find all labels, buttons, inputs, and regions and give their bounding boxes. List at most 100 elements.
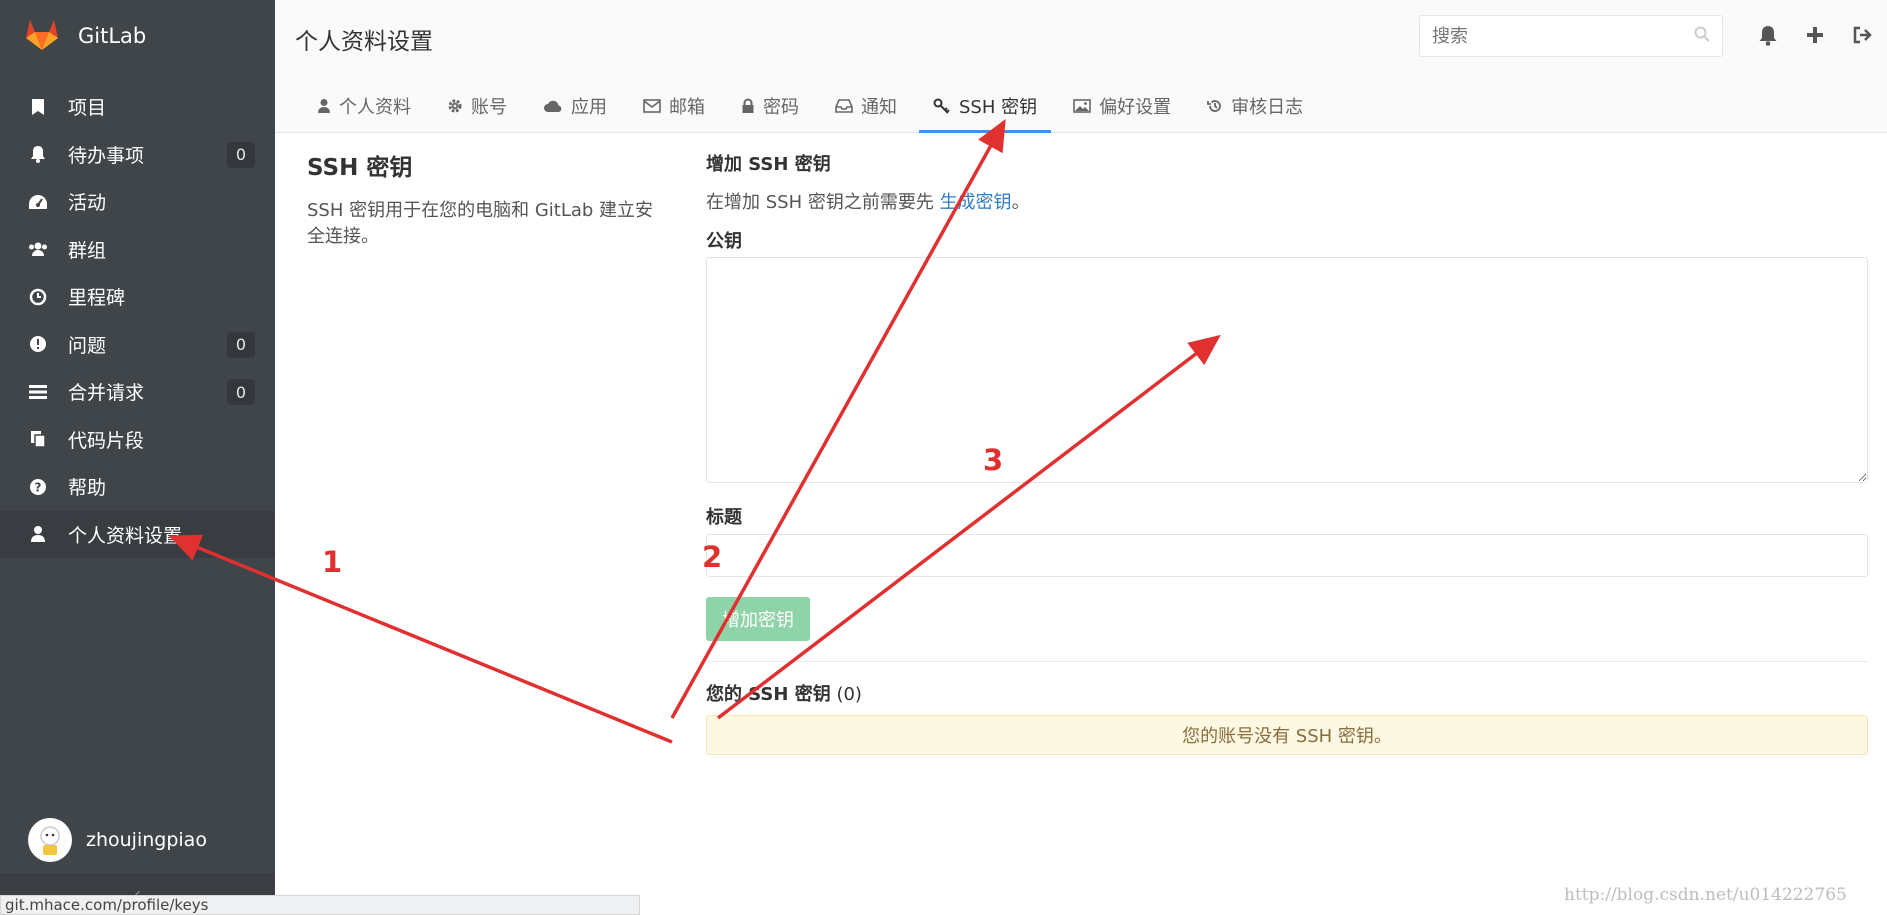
form-hint: 在增加 SSH 密钥之前需要先 生成密钥。 <box>706 188 1868 214</box>
lock-icon <box>741 98 755 114</box>
annotation-label-3: 3 <box>983 443 1004 477</box>
tab-label: 审核日志 <box>1231 97 1304 118</box>
sidebar-item-help[interactable]: ? 帮助 <box>0 463 275 511</box>
tab-applications[interactable]: 应用 <box>529 80 621 132</box>
key-icon <box>933 98 951 114</box>
no-keys-notice: 您的账号没有 SSH 密钥。 <box>706 715 1868 755</box>
sidebar-item-todos[interactable]: 待办事项 0 <box>0 131 275 179</box>
sidebar-item-milestones[interactable]: 里程碑 <box>0 273 275 321</box>
search-box[interactable] <box>1419 15 1723 57</box>
tab-label: 邮箱 <box>669 97 705 118</box>
sidebar-item-snippets[interactable]: 代码片段 <box>0 416 275 464</box>
public-key-label: 公钥 <box>706 231 742 252</box>
user-icon <box>317 98 331 114</box>
image-icon <box>1073 99 1091 113</box>
public-key-textarea[interactable] <box>706 257 1868 483</box>
question-icon: ? <box>28 477 48 497</box>
section-description: SSH 密钥用于在您的电脑和 GitLab 建立安全连接。 <box>307 200 654 247</box>
tab-password[interactable]: 密码 <box>727 80 813 132</box>
add-key-button[interactable]: 增加密钥 <box>706 597 810 641</box>
count-badge: 0 <box>227 331 255 358</box>
search-icon[interactable] <box>1694 26 1710 46</box>
form-title: 增加 SSH 密钥 <box>706 154 831 175</box>
dashboard-icon <box>28 192 48 212</box>
profile-tabs: 个人资料 账号 应用 邮箱 密码 通知 SSH 密钥 偏好设置 审核日志 <box>303 80 1325 133</box>
annotation-label-1: 1 <box>322 545 343 579</box>
form-hint-text: 在增加 SSH 密钥之前需要先 <box>706 192 940 213</box>
key-title-input[interactable] <box>706 534 1868 577</box>
users-icon <box>28 239 48 259</box>
form-hint-suffix: 。 <box>1011 192 1030 213</box>
sidebar-nav: 项目 待办事项 0 活动 群组 里程碑 问题 0 合并请求 0 代码片段 ? 帮… <box>0 83 275 558</box>
sidebar-item-activity[interactable]: 活动 <box>0 178 275 226</box>
gear-icon <box>447 98 463 114</box>
page-title: 个人资料设置 <box>295 29 433 55</box>
divider <box>706 661 1868 662</box>
sidebar-item-label: 里程碑 <box>68 287 126 310</box>
sidebar-item-projects[interactable]: 项目 <box>0 83 275 131</box>
sidebar-item-groups[interactable]: 群组 <box>0 226 275 274</box>
user-name: zhoujingpiao <box>86 829 207 851</box>
ssh-keys-intro: SSH 密钥 SSH 密钥用于在您的电脑和 GitLab 建立安全连接。 <box>307 148 667 250</box>
generate-key-link[interactable]: 生成密钥 <box>940 192 1012 213</box>
sidebar-item-label: 活动 <box>68 192 107 215</box>
brand[interactable]: GitLab <box>24 12 146 60</box>
notifications-icon[interactable] <box>1755 22 1781 48</box>
tab-audit-log[interactable]: 审核日志 <box>1193 80 1317 132</box>
user-icon <box>28 524 48 544</box>
brand-name: GitLab <box>78 24 147 48</box>
sidebar-item-label: 项目 <box>68 97 107 120</box>
sidebar-item-label: 问题 <box>68 334 107 357</box>
add-ssh-key-form: 增加 SSH 密钥 在增加 SSH 密钥之前需要先 生成密钥。 <box>706 150 1868 214</box>
envelope-icon <box>643 99 661 113</box>
plus-icon[interactable] <box>1802 22 1828 48</box>
exclamation-icon <box>28 334 48 354</box>
tab-label: 账号 <box>471 97 507 118</box>
history-icon <box>1207 98 1223 114</box>
bookmark-icon <box>28 97 48 117</box>
sidebar-item-label: 个人资料设置 <box>68 524 183 547</box>
gitlab-logo-icon <box>24 16 60 56</box>
sidebar-item-label: 群组 <box>68 239 107 262</box>
avatar <box>28 818 72 862</box>
sidebar-item-issues[interactable]: 问题 0 <box>0 321 275 369</box>
your-keys-heading-label: 您的 SSH 密钥 <box>706 684 831 705</box>
tab-preferences[interactable]: 偏好设置 <box>1059 80 1185 132</box>
tab-label: 通知 <box>861 97 897 118</box>
tab-label: 密码 <box>763 97 799 118</box>
sidebar: GitLab 项目 待办事项 0 活动 群组 里程碑 问题 0 合并请求 0 代… <box>0 0 275 915</box>
section-title: SSH 密钥 <box>307 155 413 181</box>
annotation-label-2: 2 <box>702 540 723 574</box>
copy-icon <box>28 429 48 449</box>
tab-account[interactable]: 账号 <box>433 80 521 132</box>
key-title-label: 标题 <box>706 507 742 528</box>
sidebar-item-label: 代码片段 <box>68 429 145 452</box>
page-header: 个人资料设置 个人资料 账号 应用 邮箱 密码 <box>275 0 1887 133</box>
bell-icon <box>28 144 48 164</box>
tab-label: 应用 <box>571 97 607 118</box>
sidebar-item-label: 待办事项 <box>68 144 145 167</box>
list-icon <box>28 382 48 402</box>
count-badge: 0 <box>227 141 255 168</box>
current-user[interactable]: zhoujingpiao <box>28 818 207 862</box>
tab-profile[interactable]: 个人资料 <box>303 80 425 132</box>
sidebar-item-label: 帮助 <box>68 477 107 500</box>
tab-emails[interactable]: 邮箱 <box>629 80 719 132</box>
watermark: http://blog.csdn.net/u014222765 <box>1564 885 1847 905</box>
tab-ssh-keys[interactable]: SSH 密钥 <box>919 80 1052 133</box>
tab-label: SSH 密钥 <box>959 97 1038 118</box>
inbox-icon <box>835 99 853 113</box>
clock-icon <box>28 287 48 307</box>
svg-text:?: ? <box>35 480 42 494</box>
cloud-icon <box>543 99 563 113</box>
tab-label: 个人资料 <box>339 97 411 118</box>
your-keys-heading: 您的 SSH 密钥 (0) <box>706 680 862 706</box>
sidebar-item-label: 合并请求 <box>68 382 145 405</box>
tab-notifications[interactable]: 通知 <box>821 80 911 132</box>
status-bar-url: git.mhace.com/profile/keys <box>0 895 640 915</box>
search-input[interactable] <box>1432 25 1694 47</box>
count-badge: 0 <box>227 379 255 405</box>
sidebar-item-merge-requests[interactable]: 合并请求 0 <box>0 368 275 416</box>
sidebar-item-profile-settings[interactable]: 个人资料设置 <box>0 510 275 558</box>
sign-out-icon[interactable] <box>1849 22 1875 48</box>
